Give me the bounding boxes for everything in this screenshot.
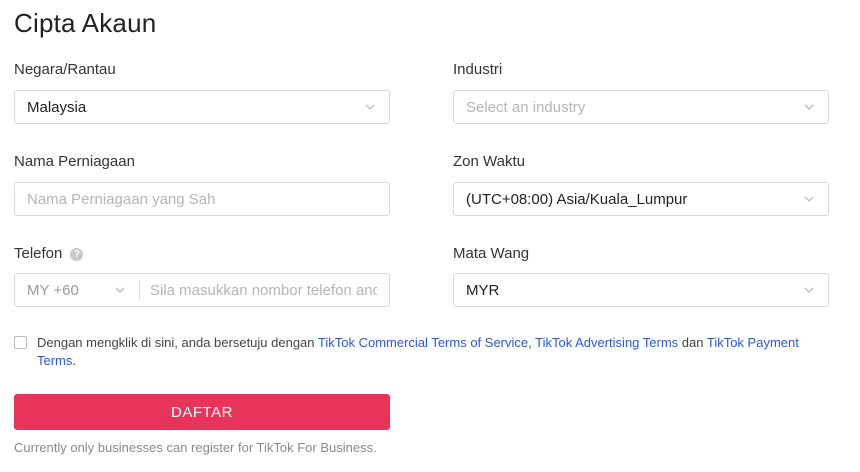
business-name-label: Nama Perniagaan — [14, 153, 135, 170]
chevron-down-icon — [115, 287, 125, 293]
business-name-placeholder: Nama Perniagaan yang Sah — [27, 190, 216, 208]
chevron-down-icon — [804, 287, 814, 293]
timezone-label: Zon Waktu — [453, 153, 525, 170]
consent-sep2: dan — [678, 335, 707, 350]
phone-divider — [139, 280, 140, 300]
industry-select[interactable]: Select an industry — [453, 90, 829, 124]
country-label: Negara/Rantau — [14, 61, 116, 78]
advertising-terms-link[interactable]: TikTok Advertising Terms — [535, 335, 678, 350]
timezone-select[interactable]: (UTC+08:00) Asia/Kuala_Lumpur — [453, 182, 829, 216]
business-name-input[interactable]: Nama Perniagaan yang Sah — [14, 182, 390, 216]
consent-suffix: . — [72, 353, 77, 368]
chevron-down-icon — [365, 104, 375, 110]
country-select[interactable]: Malaysia — [14, 90, 390, 124]
currency-value: MYR — [466, 281, 500, 299]
phone-country-code: MY +60 — [27, 281, 79, 299]
industry-label: Industri — [453, 61, 503, 78]
footnote: Currently only businesses can register f… — [14, 440, 377, 455]
chevron-down-icon — [804, 104, 814, 110]
consent-prefix: Dengan mengklik di sini, anda bersetuju … — [37, 335, 318, 350]
phone-label-row: Telefon? — [14, 245, 84, 262]
phone-label: Telefon — [14, 245, 63, 262]
commercial-terms-link[interactable]: TikTok Commercial Terms of Service — [318, 335, 528, 350]
consent-row: Dengan mengklik di sini, anda bersetuju … — [14, 334, 824, 370]
chevron-down-icon — [804, 196, 814, 202]
page-title: Cipta Akaun — [14, 8, 157, 38]
timezone-value: (UTC+08:00) Asia/Kuala_Lumpur — [466, 190, 688, 208]
currency-label: Mata Wang — [453, 245, 530, 262]
phone-number-input[interactable]: Sila masukkan nombor telefon anda — [150, 282, 377, 299]
phone-country-code-select[interactable]: MY +60 — [27, 282, 127, 299]
help-icon[interactable]: ? — [70, 248, 84, 261]
currency-select[interactable]: MYR — [453, 273, 829, 307]
country-value: Malaysia — [27, 98, 87, 116]
phone-field: MY +60 Sila masukkan nombor telefon anda — [14, 273, 390, 307]
industry-placeholder: Select an industry — [466, 98, 586, 116]
consent-text: Dengan mengklik di sini, anda bersetuju … — [37, 334, 824, 370]
consent-checkbox[interactable] — [14, 336, 27, 349]
register-button[interactable]: DAFTAR — [14, 394, 390, 430]
